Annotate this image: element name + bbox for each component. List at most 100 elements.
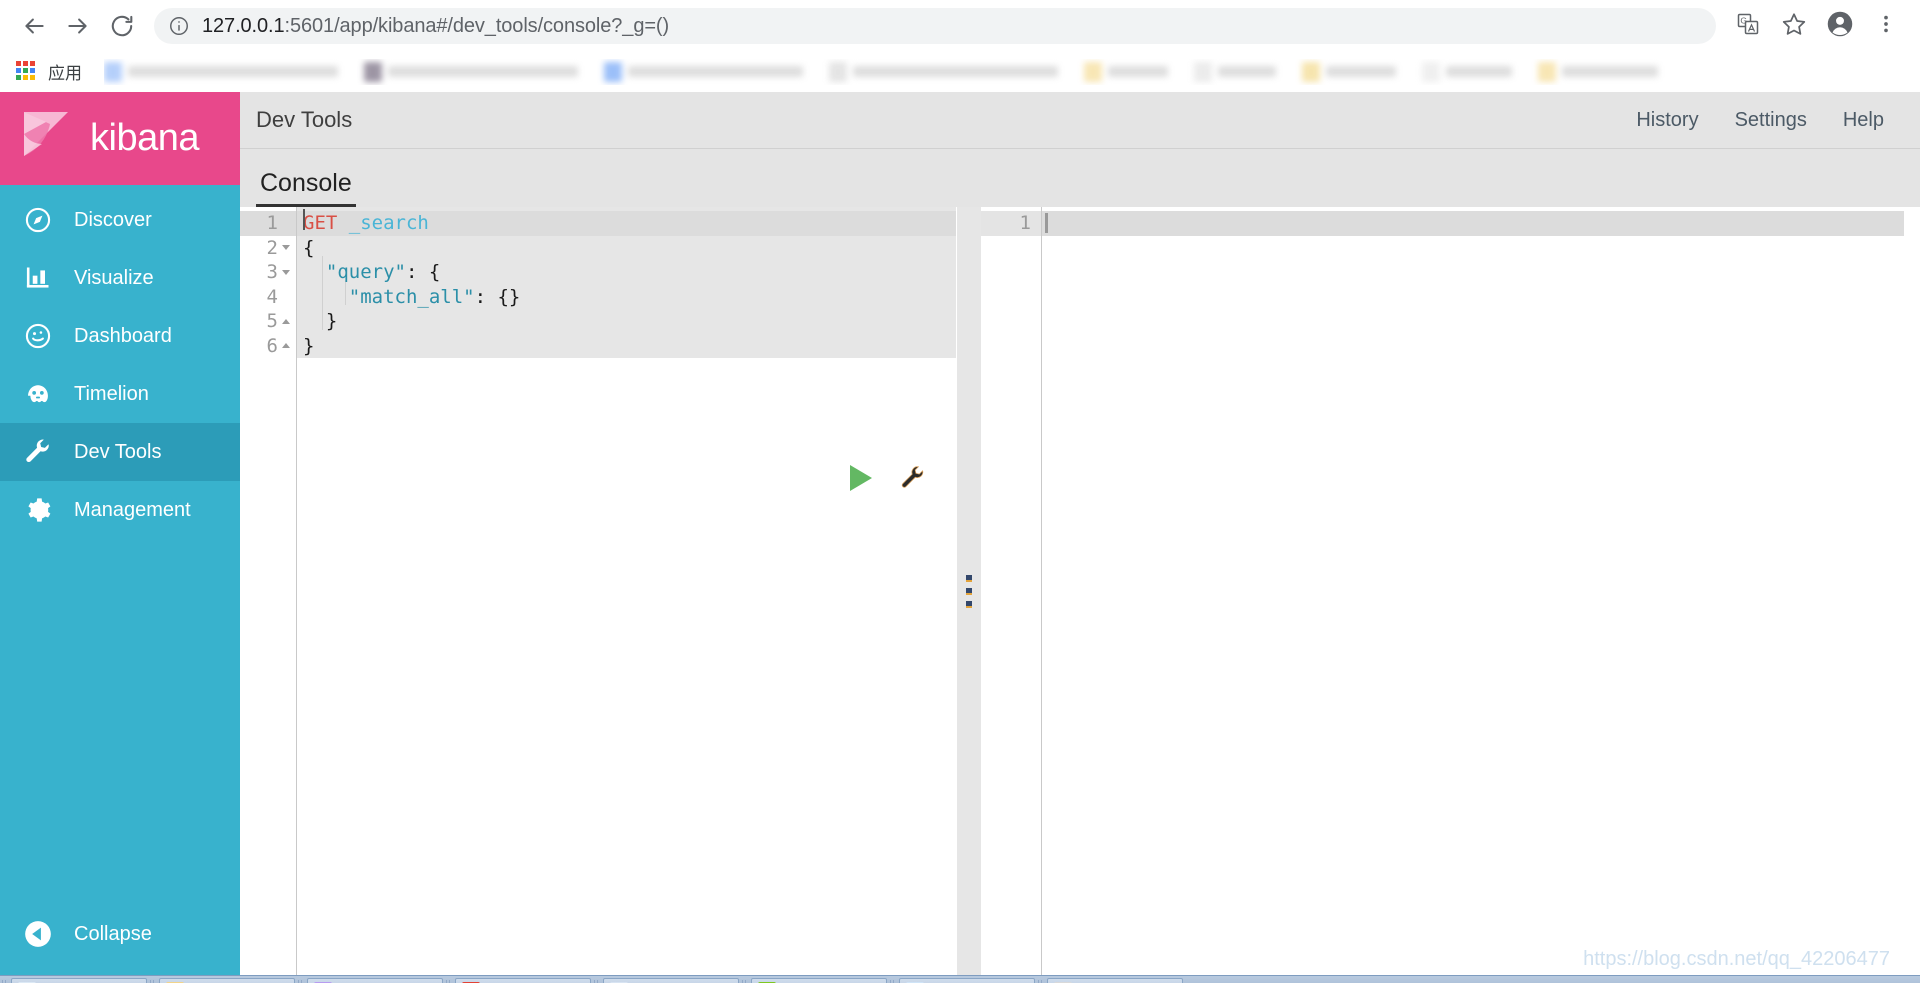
bookmark-item[interactable] <box>1538 59 1658 85</box>
toolbar-right-icons: G <box>1728 6 1906 46</box>
line-number: 4 <box>266 285 278 308</box>
bookmark-item[interactable] <box>364 59 578 85</box>
kibana-brand[interactable]: kibana <box>0 92 240 185</box>
pane-splitter[interactable] <box>957 207 981 975</box>
request-pane: 123456 GET _search{ "query": { "match_al… <box>240 207 957 975</box>
token-punc <box>337 212 348 234</box>
editor-empty-space[interactable] <box>296 358 956 975</box>
token-key: "query" <box>325 261 406 283</box>
sidebar-item-label: Visualize <box>74 266 154 289</box>
taskbar-item-4[interactable] <box>455 977 591 983</box>
sidebar-item-timelion[interactable]: Timelion <box>0 365 240 423</box>
header-link-history[interactable]: History <box>1636 109 1698 132</box>
back-arrow-icon <box>21 13 47 39</box>
token-punc: { <box>303 236 315 259</box>
token-punc <box>303 286 349 308</box>
response-editor[interactable]: 1 <box>981 207 1920 975</box>
sidebar-item-dev-tools[interactable]: Dev Tools <box>0 423 240 481</box>
sidebar-item-visualize[interactable]: Visualize <box>0 249 240 307</box>
svg-text:G: G <box>1740 15 1747 25</box>
site-info-icon[interactable] <box>168 15 190 37</box>
taskbar-item-1[interactable] <box>11 977 147 983</box>
taskbar-items <box>2 977 1183 983</box>
fold-up-icon[interactable] <box>282 318 290 324</box>
apps-label[interactable]: 应用 <box>48 59 82 84</box>
sidebar-item-management[interactable]: Management <box>0 481 240 539</box>
token-path: _search <box>348 212 429 234</box>
chevron-left-circle-icon <box>24 920 52 948</box>
fold-up-icon[interactable] <box>282 343 290 349</box>
bookmark-label <box>1562 66 1658 77</box>
bookmark-star-button[interactable] <box>1774 6 1814 46</box>
header-link-settings[interactable]: Settings <box>1735 109 1807 132</box>
bookmark-favicon <box>104 61 122 82</box>
response-scrollbar[interactable] <box>1904 207 1920 975</box>
line-number: 5 <box>266 310 278 332</box>
bookmark-item[interactable] <box>1194 59 1276 85</box>
taskbar-item-7[interactable] <box>899 977 1035 983</box>
taskbar-item-3[interactable] <box>307 977 443 983</box>
request-gutter: 123456 <box>240 207 296 975</box>
taskbar-item-5[interactable] <box>603 977 739 983</box>
url-path: :5601/app/kibana#/dev_tools/console?_g=(… <box>284 14 670 37</box>
gutter-line: 1 <box>240 211 296 236</box>
fold-down-icon[interactable] <box>282 245 290 251</box>
sidebar-item-label: Dashboard <box>74 324 172 347</box>
url-text: 127.0.0.1:5601/app/kibana#/dev_tools/con… <box>202 15 669 38</box>
request-editor[interactable]: 123456 GET _search{ "query": { "match_al… <box>240 207 956 975</box>
apps-grid-icon[interactable] <box>16 60 38 83</box>
taskbar-item-2[interactable] <box>159 977 295 983</box>
gear-icon <box>24 496 52 524</box>
tab-console[interactable]: Console <box>256 169 356 207</box>
token-punc <box>303 261 326 283</box>
bookmark-label <box>1446 66 1512 77</box>
three-dot-menu-icon <box>1875 13 1897 40</box>
line-number: 3 <box>266 261 278 283</box>
os-taskbar <box>0 975 1920 983</box>
bookmark-item[interactable] <box>1302 59 1396 85</box>
bookmark-favicon <box>1422 61 1440 82</box>
bookmark-item[interactable] <box>104 59 338 85</box>
reload-button[interactable] <box>102 6 142 46</box>
address-bar[interactable]: 127.0.0.1:5601/app/kibana#/dev_tools/con… <box>154 8 1716 44</box>
taskbar-item-6[interactable] <box>751 977 887 983</box>
code-line: { <box>297 236 956 261</box>
sidebar-collapse-button[interactable]: Collapse <box>0 905 240 963</box>
taskbar-item-8[interactable] <box>1047 977 1183 983</box>
sidebar-item-dashboard[interactable]: Dashboard <box>0 307 240 365</box>
bookmark-item[interactable] <box>1084 59 1168 85</box>
bookmark-label <box>628 66 803 77</box>
bookmark-favicon <box>1194 61 1212 82</box>
header-link-help[interactable]: Help <box>1843 109 1884 132</box>
forward-button[interactable] <box>58 6 98 46</box>
sidebar-collapse-label: Collapse <box>74 922 152 945</box>
bookmark-item[interactable] <box>1422 59 1512 85</box>
code-line: "query": { <box>297 260 956 285</box>
play-run-icon[interactable] <box>850 465 872 491</box>
gutter-line: 4 <box>240 285 296 310</box>
bookmark-label <box>1326 66 1396 77</box>
profile-button[interactable] <box>1820 6 1860 46</box>
translate-button[interactable]: G <box>1728 6 1768 46</box>
wrench-settings-icon[interactable] <box>900 465 926 491</box>
sidebar-item-discover[interactable]: Discover <box>0 191 240 249</box>
bookmark-favicon <box>1302 61 1320 82</box>
bookmark-item[interactable] <box>829 59 1058 85</box>
bookmark-label <box>128 66 338 77</box>
code-line: "match_all": {} <box>297 285 956 310</box>
bookmark-label <box>1108 66 1168 77</box>
sidebar-nav: Discover Visualize Dashboard Timelion Dev To… <box>0 185 240 539</box>
fold-down-icon[interactable] <box>282 269 290 275</box>
bookmark-favicon <box>364 61 382 82</box>
bookmark-favicon <box>604 61 622 82</box>
browser-toolbar: 127.0.0.1:5601/app/kibana#/dev_tools/con… <box>0 0 1920 52</box>
code-line: GET _search <box>297 211 956 236</box>
kibana-brand-name: kibana <box>90 117 199 159</box>
back-button[interactable] <box>14 6 54 46</box>
response-code[interactable] <box>1041 207 1920 975</box>
code-line: } <box>297 334 956 359</box>
chrome-menu-button[interactable] <box>1866 6 1906 46</box>
bookmark-item[interactable] <box>604 59 803 85</box>
token-punc: } <box>303 310 338 332</box>
bookmarks-bar: 应用 <box>0 52 1920 92</box>
